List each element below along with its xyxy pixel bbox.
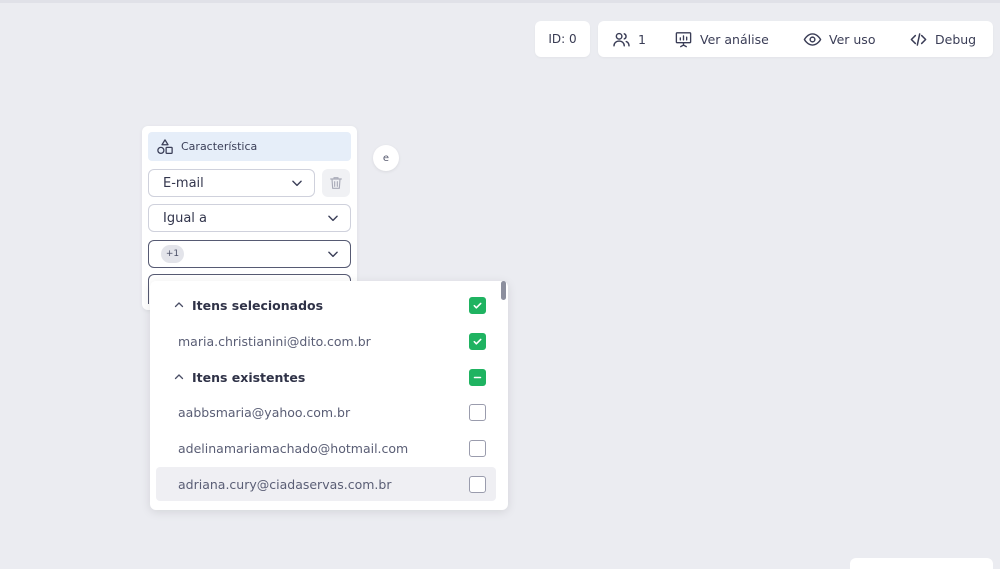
view-analysis-label: Ver análise <box>700 31 769 47</box>
id-label: ID: 0 <box>548 32 577 46</box>
top-divider <box>0 0 1000 3</box>
operator-select[interactable]: Igual a <box>148 204 351 232</box>
operator-select-value: Igual a <box>163 210 208 226</box>
connector-label: e <box>382 152 390 164</box>
shapes-icon <box>157 138 173 154</box>
list-item-label: adelinamariamachado@hotmail.com <box>178 440 409 456</box>
chevron-up-icon <box>174 302 184 308</box>
trash-icon <box>330 177 342 189</box>
list-item-label: aabbsmaria@yahoo.com.br <box>178 404 351 420</box>
chevron-down-icon <box>328 215 338 222</box>
item-checkbox[interactable] <box>469 403 486 421</box>
chevron-up-icon <box>174 374 184 380</box>
select-all-existing-checkbox[interactable] <box>469 368 486 386</box>
debug-label: Debug <box>935 31 977 47</box>
check-icon <box>473 302 482 309</box>
top-toolbar: 1 Ver análise Ver uso Debug <box>598 21 993 57</box>
scrollbar[interactable] <box>501 281 506 300</box>
value-dropdown: Itens selecionados maria.christianini@di… <box>150 281 508 510</box>
list-item[interactable]: maria.christianini@dito.com.br <box>156 324 496 358</box>
selected-count-tag: +1 <box>161 245 184 263</box>
card-header: Característica <box>148 132 351 161</box>
value-multiselect[interactable]: +1 <box>148 240 351 268</box>
eye-icon <box>803 32 822 46</box>
users-icon <box>613 32 630 47</box>
list-item-label: maria.christianini@dito.com.br <box>178 333 371 349</box>
and-connector[interactable]: e <box>373 145 399 171</box>
list-item[interactable]: adelinamariamachado@hotmail.com <box>156 431 496 465</box>
minus-icon <box>473 376 482 378</box>
check-icon <box>473 338 482 345</box>
list-item[interactable]: aabbsmaria@yahoo.com.br <box>156 395 496 429</box>
users-button[interactable]: 1 <box>612 21 646 57</box>
view-usage-button[interactable]: Ver uso <box>803 21 875 57</box>
presentation-chart-icon <box>675 31 692 47</box>
chevron-down-icon <box>292 180 302 187</box>
group-existing[interactable]: Itens existentes <box>156 360 496 394</box>
view-analysis-button[interactable]: Ver análise <box>674 21 769 57</box>
group-selected[interactable]: Itens selecionados <box>156 288 496 322</box>
item-checkbox[interactable] <box>469 332 486 350</box>
item-checkbox[interactable] <box>469 475 486 493</box>
view-usage-label: Ver uso <box>829 31 876 47</box>
list-item[interactable]: adriana.cury@ciadaservas.com.br <box>156 467 496 501</box>
group-selected-label: Itens selecionados <box>192 297 324 313</box>
group-existing-label: Itens existentes <box>192 369 306 385</box>
bottom-right-panel-edge <box>850 558 993 569</box>
chevron-down-icon <box>328 251 338 258</box>
card-header-label: Característica <box>181 140 258 153</box>
select-all-selected-checkbox[interactable] <box>469 296 486 314</box>
list-item-label: adriana.cury@ciadaservas.com.br <box>178 476 392 492</box>
field-select-value: E-mail <box>163 175 204 191</box>
field-select[interactable]: E-mail <box>148 169 315 197</box>
users-count: 1 <box>638 31 646 47</box>
item-checkbox[interactable] <box>469 439 486 457</box>
code-icon <box>910 32 927 46</box>
id-chip: ID: 0 <box>535 21 590 57</box>
delete-button[interactable] <box>322 169 350 197</box>
debug-button[interactable]: Debug <box>909 21 976 57</box>
